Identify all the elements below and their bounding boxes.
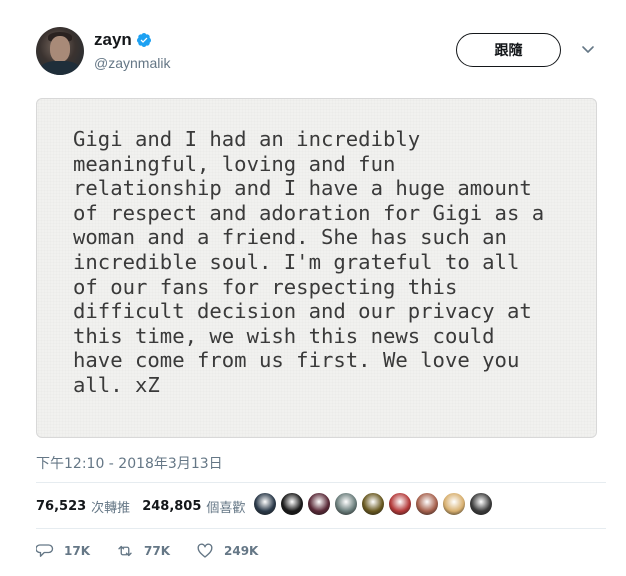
liker-avatar[interactable] (307, 492, 331, 516)
liker-avatar[interactable] (388, 492, 412, 516)
tweet-header: zayn @zaynmalik 跟隨 (36, 27, 606, 79)
engagement-stats: 76,523 次轉推 248,805 個喜歡 (36, 494, 257, 518)
retweet-button[interactable]: 77K (116, 542, 170, 560)
reply-button[interactable]: 17K (36, 542, 90, 560)
retweet-count: 77K (144, 544, 170, 558)
notes-image-card[interactable]: Gigi and I had an incredibly meaningful,… (36, 98, 597, 438)
retweets-count[interactable]: 76,523 (36, 499, 86, 514)
divider-bottom (36, 528, 606, 529)
liker-avatar[interactable] (334, 492, 358, 516)
liker-avatar[interactable] (253, 492, 277, 516)
display-name[interactable]: zayn (94, 30, 132, 50)
liker-avatar[interactable] (361, 492, 385, 516)
reply-count: 17K (64, 544, 90, 558)
name-row[interactable]: zayn (94, 30, 152, 50)
statement-text: Gigi and I had an incredibly meaningful,… (73, 127, 545, 397)
likes-count[interactable]: 248,805 (142, 499, 201, 514)
tweet-actions: 17K 77K 249K (36, 542, 284, 560)
avatar[interactable] (36, 27, 84, 75)
liker-avatar[interactable] (415, 492, 439, 516)
divider-top (36, 482, 606, 483)
like-button[interactable]: 249K (196, 542, 258, 560)
avatar-face (50, 36, 70, 62)
retweets-label[interactable]: 次轉推 (91, 497, 130, 516)
likes-label[interactable]: 個喜歡 (206, 497, 245, 516)
heart-icon (197, 543, 213, 558)
liker-avatar[interactable] (280, 492, 304, 516)
liker-avatar[interactable] (442, 492, 466, 516)
reply-icon (36, 544, 54, 557)
liker-avatar[interactable] (469, 492, 493, 516)
follow-button[interactable]: 跟隨 (456, 33, 561, 67)
user-handle[interactable]: @zaynmalik (94, 55, 170, 71)
tweet-timestamp[interactable]: 下午12:10 - 2018年3月13日 (36, 453, 223, 473)
avatar-shirt (40, 61, 80, 75)
verified-badge-icon (136, 33, 151, 47)
chevron-down-icon[interactable] (580, 41, 596, 57)
liker-avatars (253, 492, 496, 516)
like-count: 249K (224, 544, 259, 558)
retweet-icon (118, 545, 132, 557)
